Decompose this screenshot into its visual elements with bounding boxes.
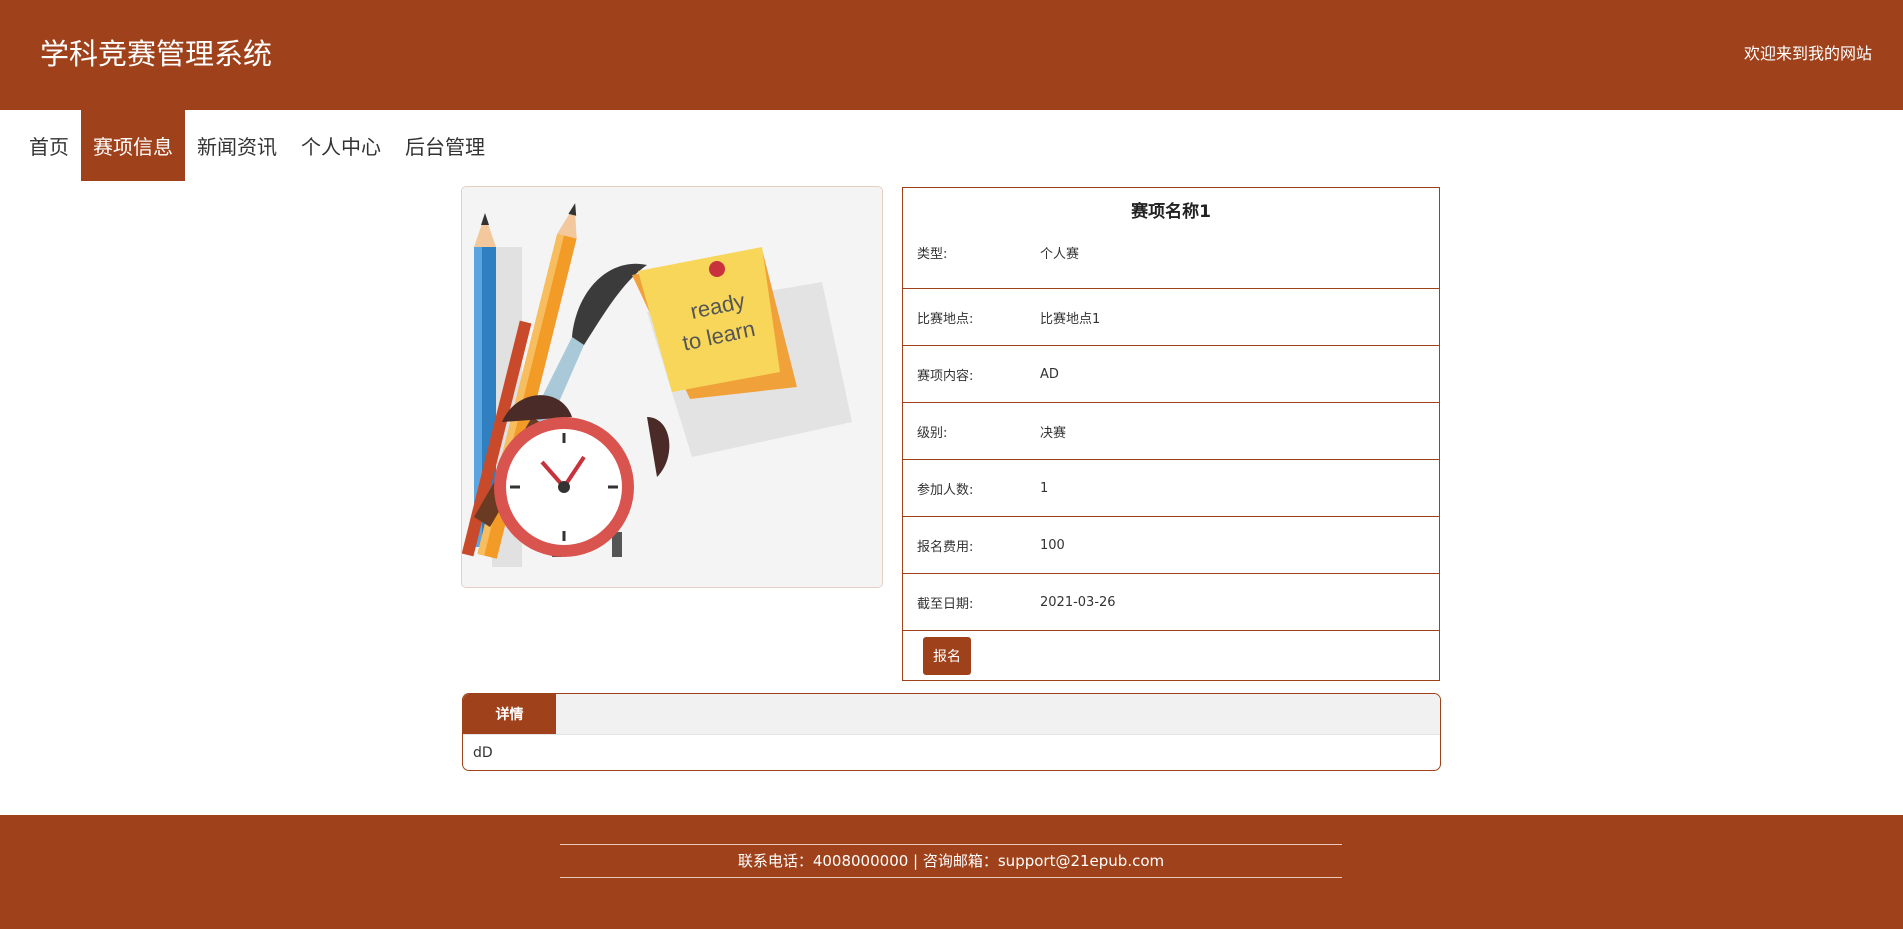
info-label: 报名费用: [917, 539, 974, 555]
info-row-fee: 报名费用: 100 [903, 517, 1439, 574]
info-value: 个人赛 [1040, 247, 1080, 262]
nav-item-label: 后台管理 [405, 135, 485, 159]
info-label: 参加人数: [917, 482, 974, 498]
competition-info-panel: 赛项名称1 类型: 个人赛 比赛地点: 比赛地点1 赛项内容: AD 级别: 决… [902, 187, 1440, 681]
info-value: 1 [1040, 480, 1049, 496]
competition-image: ready to learn [461, 186, 883, 588]
nav-item-home[interactable]: 首页 [0, 110, 81, 181]
footer-divider-bottom [560, 877, 1342, 878]
nav-item-label: 赛项信息 [93, 135, 173, 159]
main-nav: 首页 赛项信息 新闻资讯 个人中心 后台管理 [0, 110, 600, 181]
info-value: 100 [1040, 537, 1065, 553]
info-row-participants: 参加人数: 1 [903, 460, 1439, 517]
details-tabbar: 详情 [463, 694, 1440, 735]
nav-item-label: 首页 [29, 135, 69, 159]
nav-item-label: 新闻资讯 [197, 135, 277, 159]
info-row-location: 比赛地点: 比赛地点1 [903, 289, 1439, 346]
site-footer: 联系电话：4008000000 | 咨询邮箱：support@21epub.co… [0, 815, 1903, 929]
site-title[interactable]: 学科竞赛管理系统 [40, 36, 272, 72]
signup-button[interactable]: 报名 [923, 637, 971, 675]
signup-area: 报名 [903, 631, 1439, 681]
footer-contact: 联系电话：4008000000 | 咨询邮箱：support@21epub.co… [737, 852, 1165, 870]
info-label: 赛项内容: [917, 368, 974, 384]
nav-item-admin[interactable]: 后台管理 [393, 110, 497, 181]
info-label: 级别: [917, 425, 948, 441]
info-value: AD [1040, 366, 1059, 382]
info-value: 决赛 [1040, 425, 1067, 441]
footer-divider-top [560, 844, 1342, 845]
welcome-text: 欢迎来到我的网站 [1743, 44, 1872, 63]
pin-icon [709, 261, 725, 277]
nav-item-news[interactable]: 新闻资讯 [185, 110, 289, 181]
competition-name: 赛项名称1 [1131, 202, 1211, 222]
info-label: 类型: [917, 247, 948, 262]
nav-item-label: 个人中心 [301, 135, 381, 159]
details-content: dD [473, 745, 493, 761]
site-header: 学科竞赛管理系统 欢迎来到我的网站 [0, 0, 1903, 110]
nav-item-competitions[interactable]: 赛项信息 [81, 110, 185, 181]
nav-item-personal-center[interactable]: 个人中心 [289, 110, 393, 181]
info-label: 比赛地点: [917, 311, 974, 327]
info-row-content: 赛项内容: AD [903, 346, 1439, 403]
study-supplies-illustration: ready to learn [462, 187, 882, 587]
info-row-type: 类型: 个人赛 [903, 236, 1439, 289]
tab-details[interactable]: 详情 [463, 694, 556, 734]
info-row-deadline: 截至日期: 2021-03-26 [903, 574, 1439, 631]
info-value: 2021-03-26 [1040, 594, 1116, 610]
info-value: 比赛地点1 [1040, 311, 1101, 327]
info-row-level: 级别: 决赛 [903, 403, 1439, 460]
info-label: 截至日期: [917, 596, 974, 612]
details-panel: 详情 dD [462, 693, 1441, 771]
